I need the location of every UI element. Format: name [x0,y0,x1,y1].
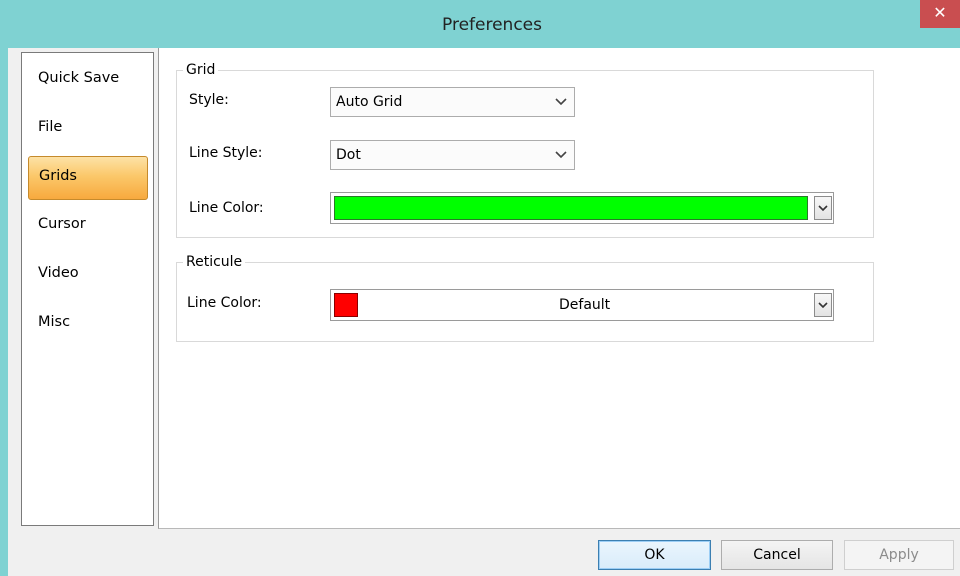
line-style-dropdown-value: Dot [336,147,361,163]
reticule-line-color-picker[interactable]: Default [330,289,834,321]
reticule-group-legend: Reticule [183,254,246,270]
reticule-group: Reticule Line Color: Default [176,254,874,342]
chevron-down-icon [555,98,567,106]
line-style-label: Line Style: [189,145,263,161]
cancel-button[interactable]: Cancel [721,540,833,570]
sidebar-item-misc[interactable]: Misc [28,303,148,347]
style-dropdown-value: Auto Grid [336,94,403,110]
reticule-line-color-label: Line Color: [187,295,262,311]
category-list: Quick Save File Grids Cursor Video Misc [21,52,154,526]
window-title: Preferences [442,15,542,35]
grid-line-color-swatch [334,196,808,220]
reticule-line-color-value: Default [559,297,611,313]
line-style-dropdown[interactable]: Dot [330,140,575,170]
settings-panel: Grid Style: Auto Grid Line Style: Dot Li… [158,48,960,529]
grid-line-color-label: Line Color: [189,200,264,216]
chevron-down-icon [818,302,828,309]
chevron-down-icon [818,205,828,212]
grid-line-color-picker[interactable] [330,192,834,224]
style-dropdown[interactable]: Auto Grid [330,87,575,117]
sidebar-item-grids[interactable]: Grids [28,156,148,200]
apply-button[interactable]: Apply [844,540,954,570]
ok-button[interactable]: OK [598,540,711,570]
sidebar-item-cursor[interactable]: Cursor [28,205,148,249]
close-icon[interactable]: ✕ [933,3,946,22]
sidebar-item-quick-save[interactable]: Quick Save [28,59,148,103]
sidebar-item-video[interactable]: Video [28,254,148,298]
chevron-down-icon [555,151,567,159]
reticule-line-color-swatch [334,293,358,317]
sidebar-item-file[interactable]: File [28,108,148,152]
style-label: Style: [189,92,229,108]
grid-group: Grid Style: Auto Grid Line Style: Dot Li… [176,62,874,238]
reticule-line-color-arrow[interactable] [814,293,832,317]
close-button[interactable]: ✕ [920,0,960,28]
grid-line-color-arrow[interactable] [814,196,832,220]
title-bar: Preferences ✕ [0,0,960,48]
grid-group-legend: Grid [183,62,219,78]
